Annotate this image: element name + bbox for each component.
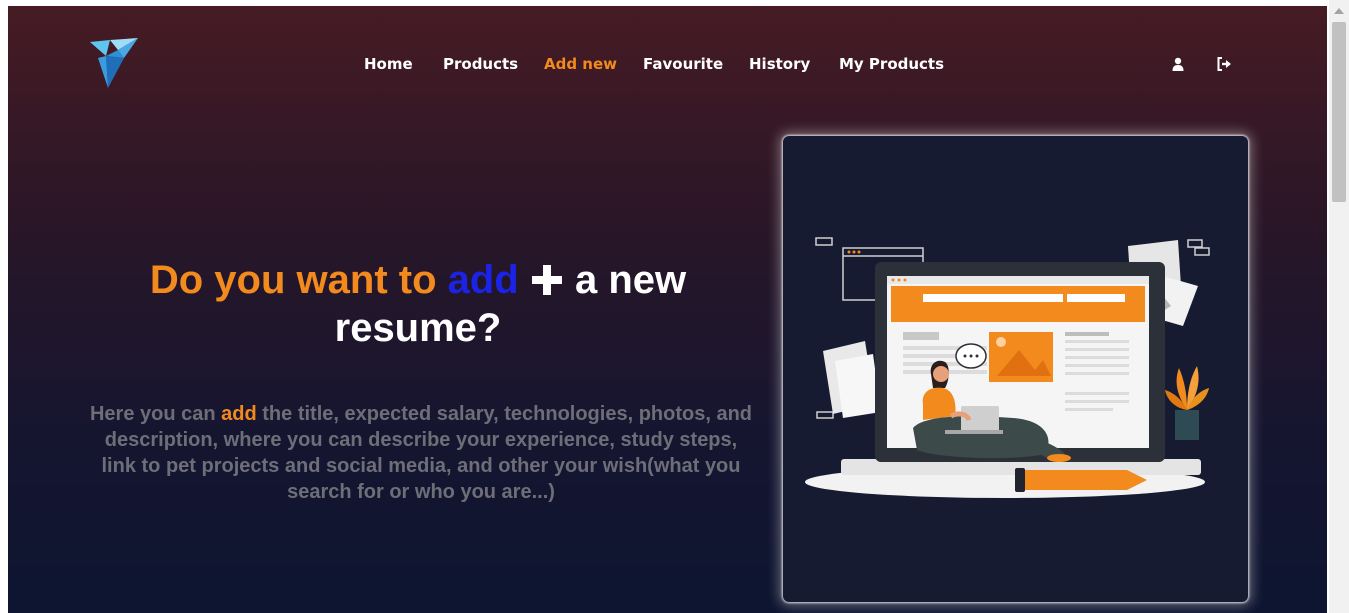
nav-favourite[interactable]: Favourite: [643, 50, 723, 78]
hero-headline: Do you want to add a new resume?: [68, 256, 768, 352]
page-viewport: Home Products Add new Favourite History …: [8, 6, 1327, 613]
logout-icon[interactable]: [1216, 56, 1232, 72]
description-prefix: Here you can: [89, 403, 222, 425]
nav-history[interactable]: History: [749, 50, 810, 78]
main-nav: Home Products Add new Favourite History …: [8, 50, 1327, 78]
headline-text-3: a new: [563, 258, 687, 302]
nav-my-products[interactable]: My Products: [839, 50, 944, 78]
user-icon[interactable]: [1170, 56, 1186, 72]
nav-products[interactable]: Products: [443, 50, 518, 78]
person-with-laptop-illustration: [805, 237, 1210, 498]
page-scrollbar[interactable]: [1329, 0, 1349, 613]
scroll-up-arrow-icon[interactable]: [1334, 8, 1344, 14]
hero-description: Here you can add the title, expected sal…: [88, 401, 754, 505]
scrollbar-thumb[interactable]: [1332, 22, 1346, 202]
description-highlight: add: [221, 403, 257, 425]
nav-home[interactable]: Home: [364, 50, 413, 78]
headline-text-1: Do you want to: [149, 258, 448, 302]
illustration-card: [783, 136, 1248, 602]
headline-text-4: resume?: [334, 306, 502, 350]
headline-add-word: add: [447, 258, 519, 302]
nav-add-new[interactable]: Add new: [544, 50, 617, 78]
plus-icon: [530, 260, 564, 295]
